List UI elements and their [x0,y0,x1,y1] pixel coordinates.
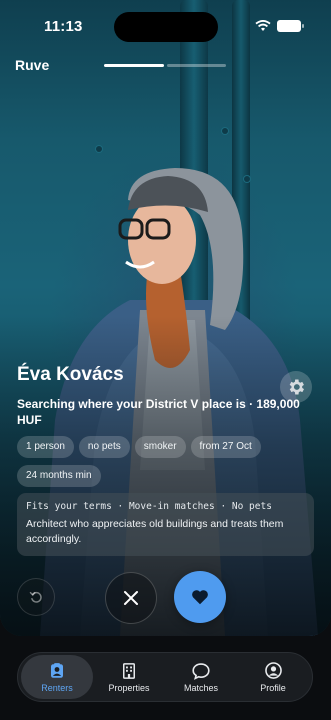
tab-profile[interactable]: Profile [237,655,309,699]
gear-icon [289,379,304,395]
tab-properties[interactable]: Properties [93,655,165,699]
wifi-icon [255,20,271,31]
photo-progress-segment[interactable] [166,64,226,67]
renter-bio: Architect who appreciates old buildings … [26,518,284,545]
tab-renters[interactable]: Renters [21,655,93,699]
renter-summary: Searching where your District V place is… [17,397,300,427]
renter-name: Éva Kovács [17,364,124,385]
user-circle-icon [264,662,282,679]
photo-progress [104,64,226,67]
chip-occupants: 1 person [17,436,74,458]
status-icons [255,20,304,32]
dynamic-island [114,12,218,42]
undo-icon [29,591,42,603]
like-button[interactable] [174,571,226,623]
chat-bubble-icon [192,662,210,680]
settings-button[interactable] [280,371,312,403]
tab-bar: Renters Properties Matches Profile [17,652,313,702]
renters-icon [51,662,63,678]
app-brand: Ruve [15,57,50,73]
tab-label: Renters [41,682,73,693]
renter-info-box: Fits your terms · Move-in matches · No p… [17,493,314,556]
chip-move-in: from 27 Oct [190,436,261,458]
renter-chips: 1 person no pets smoker from 27 Oct 24 m… [17,436,307,487]
match-criteria: Fits your terms · Move-in matches · No p… [26,501,272,512]
pass-button[interactable] [105,572,157,624]
status-time: 11:13 [44,18,83,35]
close-icon [124,591,138,605]
chip-smoking: smoker [134,436,186,458]
heart-icon [192,590,208,605]
tab-label: Properties [108,682,150,693]
tab-matches[interactable]: Matches [165,655,237,699]
tab-label: Profile [260,683,286,693]
photo-progress-segment[interactable] [104,64,164,67]
tab-label: Matches [183,682,218,693]
chip-pets: no pets [78,436,130,458]
status-bar: 11:13 [0,0,331,54]
battery-icon [277,20,304,32]
undo-button[interactable] [17,578,55,616]
building-icon [123,662,135,679]
chip-duration: 24 months min [17,465,101,487]
